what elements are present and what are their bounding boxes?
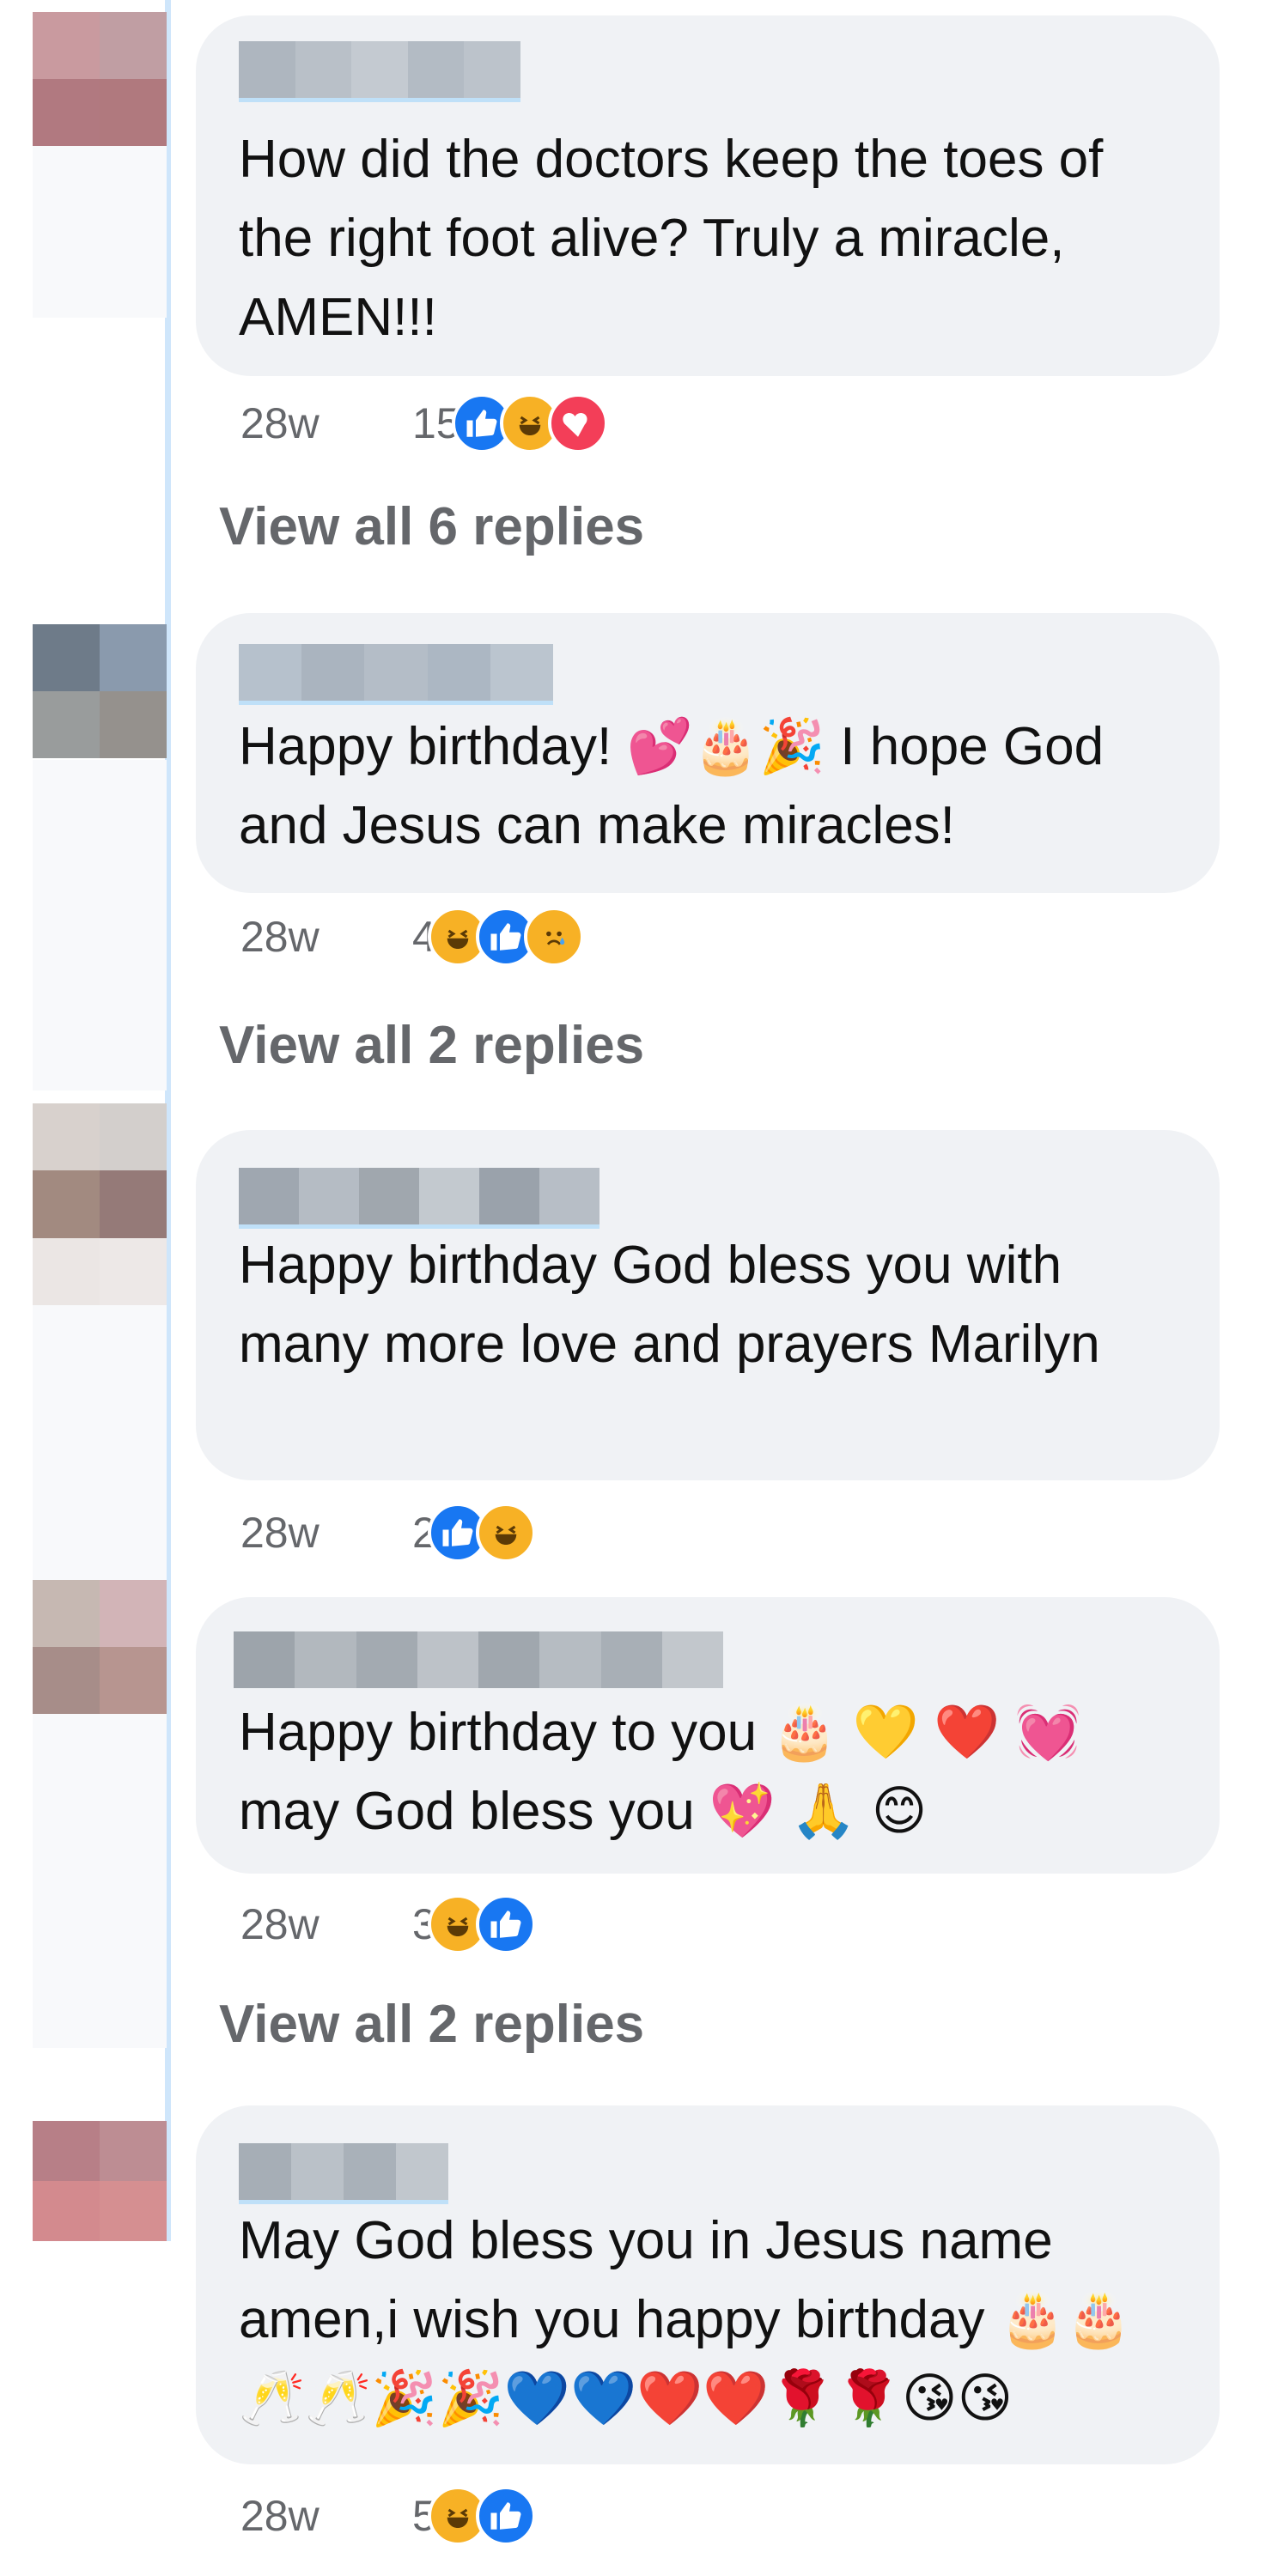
avatar[interactable] <box>33 1103 167 1305</box>
comment-bubble: May God bless you in Jesus name amen,i w… <box>196 2105 1220 2464</box>
comment-meta: 28w 4 <box>240 907 584 967</box>
comment-text: Happy birthday God bless you with many m… <box>239 1236 1100 1374</box>
comment-meta: 28w 2 <box>240 1503 536 1563</box>
comment-text: How did the doctors keep the toes of the… <box>239 130 1118 347</box>
commenter-name[interactable] <box>239 2143 448 2204</box>
avatar[interactable] <box>33 624 167 758</box>
avatar-column-bg <box>33 137 167 318</box>
comment-bubble: How did the doctors keep the toes of the… <box>196 15 1220 376</box>
avatar-column-bg <box>33 760 167 1091</box>
comment-timestamp[interactable]: 28w <box>240 912 412 962</box>
comment-bubble: Happy birthday! 💕🎂🎉 I hope God and Jesus… <box>196 613 1220 893</box>
commenter-name[interactable] <box>239 644 553 705</box>
comment-text: Happy birthday to you 🎂 💛 ❤️ 💓 may God b… <box>239 1703 1081 1841</box>
commenter-name[interactable] <box>239 41 520 102</box>
comment-meta: 28w 5 <box>240 2486 536 2546</box>
avatar-column-bg <box>33 1305 167 1580</box>
comment-timestamp[interactable]: 28w <box>240 398 412 448</box>
commenter-name[interactable] <box>239 1168 599 1229</box>
comment-text: May God bless you in Jesus name amen,i w… <box>239 2211 1133 2428</box>
comment-timestamp[interactable]: 28w <box>240 1508 412 1558</box>
comment-meta: 28w 3 <box>240 1894 536 1954</box>
sad-icon <box>523 907 584 967</box>
view-replies-link[interactable]: View all 2 replies <box>219 1994 644 2055</box>
avatar[interactable] <box>33 1580 167 1714</box>
haha-icon <box>475 1503 536 1563</box>
avatar-column-bg <box>33 1713 167 2048</box>
commenter-name[interactable] <box>234 1631 723 1688</box>
comment-text: Happy birthday! 💕🎂🎉 I hope God and Jesus… <box>239 717 1119 855</box>
comment-bubble: Happy birthday to you 🎂 💛 ❤️ 💓 may God b… <box>196 1597 1220 1874</box>
comment-timestamp[interactable]: 28w <box>240 2491 412 2541</box>
love-icon <box>547 393 608 453</box>
avatar[interactable] <box>33 2121 167 2241</box>
like-icon <box>475 1894 536 1954</box>
view-replies-link[interactable]: View all 6 replies <box>219 496 644 557</box>
comment-timestamp[interactable]: 28w <box>240 1899 412 1949</box>
like-icon <box>475 2486 536 2546</box>
view-replies-link[interactable]: View all 2 replies <box>219 1015 644 1076</box>
comment-bubble: Happy birthday God bless you with many m… <box>196 1130 1220 1480</box>
comment-meta: 28w 15 <box>240 393 608 453</box>
avatar[interactable] <box>33 12 167 146</box>
